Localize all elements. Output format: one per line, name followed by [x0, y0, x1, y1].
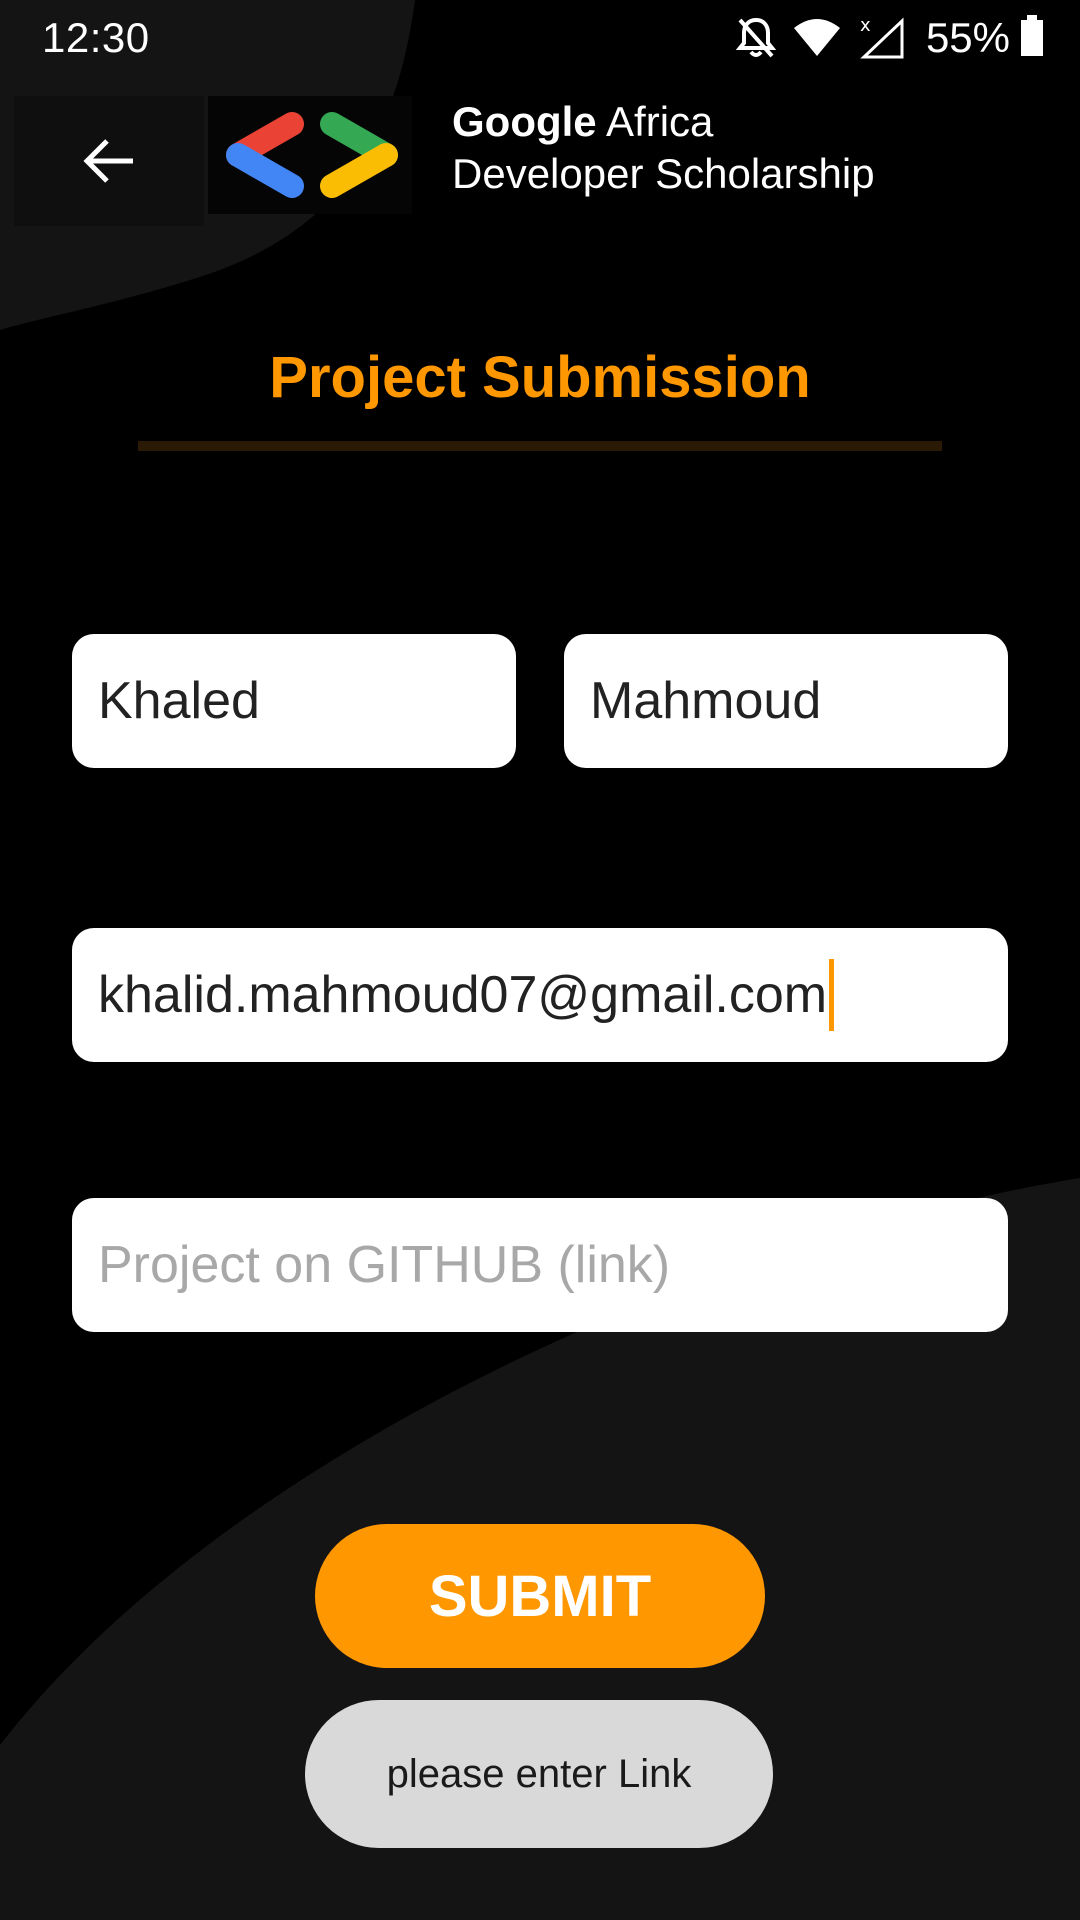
- brand-line-1: Google Africa: [452, 96, 875, 148]
- email-value: khalid.mahmoud07@gmail.com: [98, 966, 828, 1024]
- battery-icon: [1020, 14, 1044, 62]
- svg-text:x: x: [860, 15, 871, 36]
- email-field[interactable]: khalid.mahmoud07@gmail.com: [72, 928, 1008, 1062]
- battery-percent: 55%: [925, 14, 1010, 61]
- text-cursor: [829, 959, 835, 1031]
- submit-button[interactable]: SUBMIT: [315, 1524, 765, 1668]
- wifi-icon: [792, 18, 842, 58]
- notifications-off-icon: [735, 16, 776, 60]
- page-title: Project Submission: [269, 345, 811, 410]
- arrow-back-icon: [83, 139, 133, 183]
- brand-name: Google Africa Developer Scholarship: [452, 96, 875, 200]
- back-button[interactable]: [14, 96, 204, 226]
- status-bar: 12:30 x 55%: [0, 0, 1080, 74]
- brand-line-2: Developer Scholarship: [452, 150, 875, 197]
- brand-africa: Africa: [596, 98, 714, 145]
- screen: 12:30 x 55% Google Africa Developer Scho…: [0, 0, 1080, 1920]
- last-name-field[interactable]: Mahmoud: [564, 634, 1008, 768]
- brand-google: Google: [452, 98, 597, 145]
- no-signal-icon: x: [858, 15, 906, 61]
- last-name-value: Mahmoud: [590, 672, 822, 730]
- status-time: 12:30: [42, 14, 150, 61]
- first-name-value: Khaled: [98, 672, 260, 730]
- gads-logo-icon: [208, 96, 412, 214]
- status-icons: x 55%: [720, 14, 1044, 62]
- github-link-placeholder: Project on GITHUB (link): [98, 1236, 671, 1294]
- toast-message: please enter Link: [305, 1700, 773, 1848]
- title-divider: [138, 441, 942, 451]
- first-name-field[interactable]: Khaled: [72, 634, 516, 768]
- github-link-field[interactable]: Project on GITHUB (link): [72, 1198, 1008, 1332]
